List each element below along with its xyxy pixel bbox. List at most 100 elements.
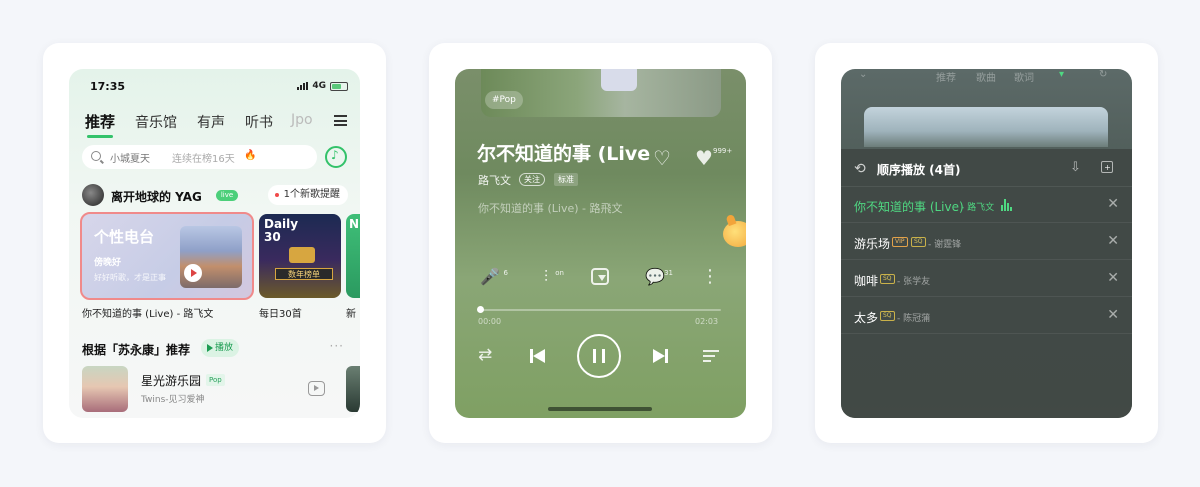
tab-audio[interactable]: 有声	[197, 112, 225, 132]
queue-item[interactable]: 太多 SQ - 陈冠蒲 ✕	[841, 298, 1132, 334]
status-bar: 17:35 4G	[69, 79, 360, 95]
loop-icon[interactable]: ⟲	[854, 161, 866, 177]
quality-button[interactable]: 标准	[554, 173, 578, 186]
karaoke-mic-icon[interactable]: 🎤 6	[478, 265, 508, 289]
progress-bar[interactable]	[478, 309, 721, 311]
progress-handle[interactable]	[477, 306, 484, 313]
download-icon[interactable]: ⇩	[1070, 160, 1081, 175]
queue-song-name: 你不知道的事 (Live)	[854, 200, 964, 214]
tab-music-hall[interactable]: 音乐馆	[135, 112, 177, 132]
radio-subtitle: 好好听歌，才是正事	[94, 273, 166, 282]
now-playing-icon	[1001, 199, 1013, 211]
battery-icon	[330, 82, 348, 91]
next-button[interactable]	[653, 348, 669, 364]
top-tabs: 推荐 音乐馆 有声 听书 Jpo	[85, 109, 347, 139]
playlist-icon[interactable]	[703, 349, 721, 363]
home-screen-card: 17:35 4G 推荐 音乐馆 有声 听书 Jpo 小城夏天 连续在榜16天 🔥…	[43, 43, 386, 443]
play-icon[interactable]	[184, 264, 202, 282]
more-icon[interactable]: ⋮	[698, 265, 722, 289]
song-artist: Twins-见习爱神	[141, 395, 205, 405]
artist-name[interactable]: 路飞文	[478, 172, 511, 188]
next-caption: 新	[346, 309, 356, 320]
lyric-line[interactable]: 你不知道的事 (Live) - 路飛文	[478, 200, 623, 216]
repeat-icon[interactable]: ⇄	[478, 347, 498, 364]
player-screen-card: #Pop 尔不知道的事 (Live ♡ ♥ 999+ 路飞文 关注 标准 你不知…	[429, 43, 772, 443]
genre-tag: Pop	[206, 374, 225, 386]
menu-icon[interactable]	[334, 115, 347, 126]
fire-icon: 🔥	[244, 150, 257, 161]
queue-song-artist: - 路飞文	[961, 203, 995, 213]
live-badge: live	[216, 190, 238, 201]
queue-header: ⟲ 顺序播放 (4首) ⇩	[841, 149, 1132, 187]
tab-jpop[interactable]: Jpo	[291, 112, 313, 128]
home-indicator	[548, 407, 652, 411]
play-queue-sheet: ⟲ 顺序播放 (4首) ⇩ 你不知道的事 (Live) - 路飞文 ✕ 游乐场 …	[841, 149, 1132, 418]
daily-30-card[interactable]: Daily 30 数年榜单	[259, 214, 341, 298]
queue-item[interactable]: 咖啡 SQ - 张学友 ✕	[841, 261, 1132, 297]
radio-caption: 你不知道的事 (Live) - 路飞文	[82, 309, 214, 320]
mascot-icon[interactable]	[723, 221, 746, 247]
follow-button[interactable]: 关注	[519, 173, 545, 186]
comment-icon[interactable]: 💬 31	[643, 265, 673, 289]
tab-lyrics[interactable]: 歌词	[1014, 69, 1034, 84]
new-song-reminder[interactable]: 1个新歌提醒	[267, 185, 348, 205]
duration: 02:03	[695, 317, 719, 326]
previous-button[interactable]	[530, 348, 546, 364]
queue-song-name: 咖啡	[854, 274, 879, 288]
follow-row[interactable]: 离开地球的 YAG live 1个新歌提醒	[82, 184, 348, 206]
album-photo	[864, 107, 1108, 147]
chevron-down-icon[interactable]: ⌄	[859, 69, 867, 80]
song-title: 尔不知道的事 (Live	[477, 143, 651, 165]
search-icon	[91, 151, 101, 161]
next-card-peek[interactable]: N	[346, 214, 360, 298]
queue-screen: ⌄ 推荐 歌曲 歌词 ▾ ↻ ⟲ 顺序播放 (4首) ⇩ 你不知道的事 (Liv…	[841, 69, 1132, 418]
remove-icon[interactable]: ✕	[1107, 270, 1119, 286]
queue-song-artist: - 陈冠蒲	[897, 314, 931, 324]
tab-recommend[interactable]: 推荐	[85, 111, 115, 138]
player-top-nav: ⌄ 推荐 歌曲 歌词 ▾ ↻	[841, 69, 1132, 84]
sound-effect-icon[interactable]: ⫶ on	[534, 265, 564, 289]
dislike-icon[interactable]: ♡	[653, 148, 675, 168]
download-icon[interactable]	[588, 265, 612, 289]
queue-song-name: 游乐场	[854, 237, 891, 251]
list-item[interactable]: 星光游乐园 Pop Twins-见习爱神	[82, 366, 360, 412]
status-time: 17:35	[90, 80, 126, 93]
remove-icon[interactable]: ✕	[1107, 196, 1119, 212]
home-screen: 17:35 4G 推荐 音乐馆 有声 听书 Jpo 小城夏天 连续在榜16天 🔥…	[69, 69, 360, 418]
radio-mood: 傍晚好	[94, 258, 122, 268]
music-recognition-icon[interactable]	[325, 146, 347, 168]
tab-recommend[interactable]: 推荐	[936, 69, 956, 84]
search-hint: 连续在榜16天	[172, 154, 235, 165]
sq-badge: SQ	[911, 237, 926, 247]
remove-icon[interactable]: ✕	[1107, 307, 1119, 323]
share-icon[interactable]: ↻	[1099, 69, 1107, 80]
search-input[interactable]: 小城夏天 连续在榜16天 🔥	[82, 145, 317, 169]
vip-badge: VIP	[892, 237, 908, 247]
remove-icon[interactable]: ✕	[1107, 233, 1119, 249]
personal-radio-card[interactable]: 个性电台 傍晚好 好好听歌，才是正事	[80, 212, 254, 300]
daily-title: Daily	[264, 217, 299, 231]
sq-badge: SQ	[880, 311, 895, 321]
mv-play-icon[interactable]	[308, 381, 325, 396]
queue-item[interactable]: 游乐场 VIP SQ - 谢霆锋 ✕	[841, 224, 1132, 260]
tab-audiobook[interactable]: 听书	[245, 112, 273, 132]
song-name: 星光游乐园	[141, 374, 202, 388]
queue-item[interactable]: 你不知道的事 (Live) - 路飞文 ✕	[841, 187, 1132, 223]
play-all-button[interactable]: 播放	[201, 339, 240, 357]
more-icon[interactable]: ···	[330, 339, 344, 353]
current-time: 00:00	[478, 317, 502, 326]
queue-song-artist: - 谢霆锋	[928, 240, 962, 250]
artist-name: 离开地球的 YAG	[111, 190, 202, 204]
avatar[interactable]	[82, 184, 104, 206]
tab-song[interactable]: 歌曲	[976, 69, 996, 84]
genre-tag[interactable]: #Pop	[485, 91, 523, 109]
like-count: 999+	[713, 147, 733, 155]
pause-button[interactable]	[577, 334, 621, 378]
queue-screen-card: ⌄ 推荐 歌曲 歌词 ▾ ↻ ⟲ 顺序播放 (4首) ⇩ 你不知道的事 (Liv…	[815, 43, 1158, 443]
queue-song-artist: - 张学友	[897, 277, 931, 287]
next-item-peek	[346, 366, 360, 412]
search-placeholder: 小城夏天	[110, 154, 150, 165]
recommend-header: 根据「苏永康」推荐 播放 ···	[82, 339, 348, 359]
equalizer-icon[interactable]: ▾	[1059, 69, 1064, 80]
add-to-playlist-icon[interactable]	[1101, 161, 1113, 173]
